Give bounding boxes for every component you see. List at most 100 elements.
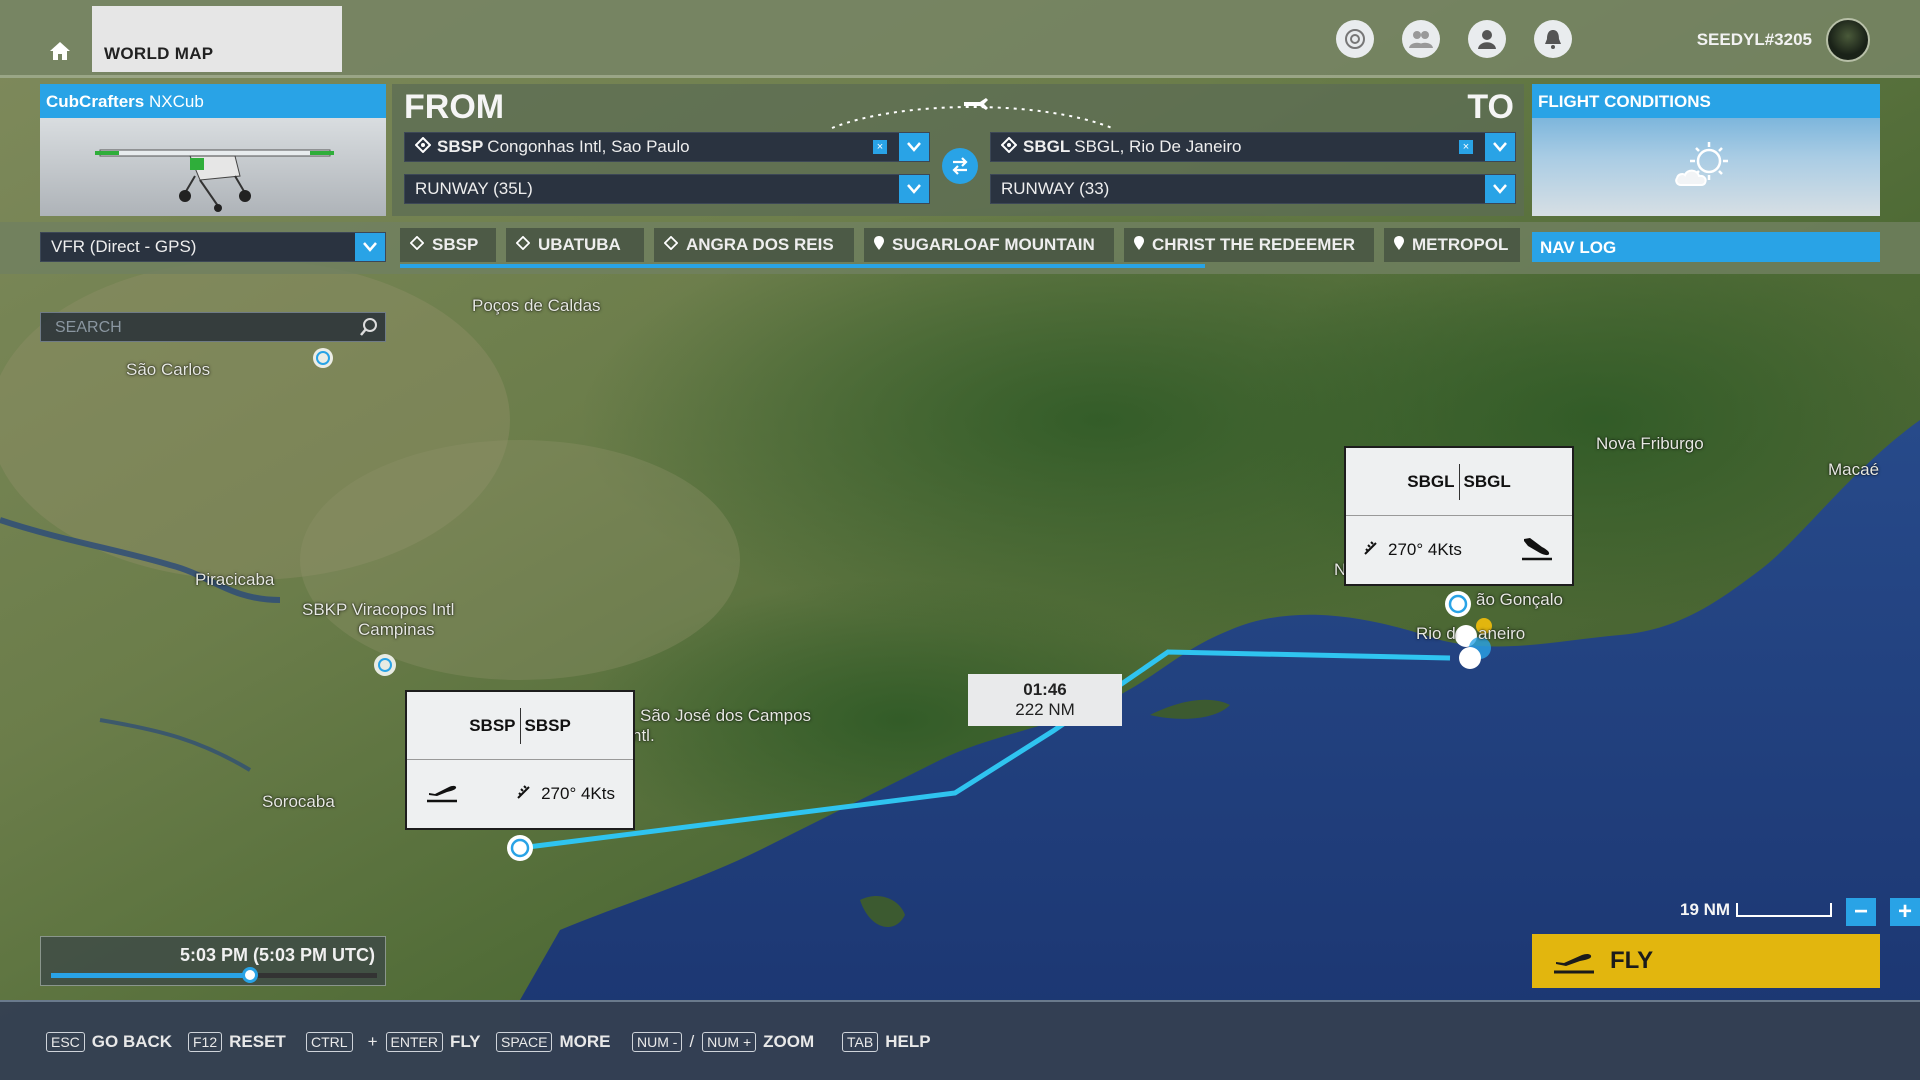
departure-runway-select[interactable]: RUNWAY (35L) xyxy=(404,174,930,204)
arrival-marker[interactable] xyxy=(1445,591,1471,617)
waypoint-label: ANGRA DOS REIS xyxy=(686,235,834,254)
map-label-sao-carlos: São Carlos xyxy=(126,360,211,379)
tab-world-map[interactable]: WORLD MAP xyxy=(92,6,342,72)
flight-type-select[interactable]: VFR (Direct - GPS) xyxy=(40,232,386,262)
key-enter: ENTER xyxy=(385,1032,443,1052)
arrival-airport-select[interactable]: SBGL SBGL, Rio De Janeiro × xyxy=(990,132,1516,162)
map-scale: 19 NM xyxy=(1680,900,1833,920)
waypoint-chip-metropol[interactable]: METROPOL xyxy=(1384,228,1520,262)
avatar[interactable] xyxy=(1826,18,1870,62)
chevron-down-icon[interactable] xyxy=(355,233,385,261)
profile-icon[interactable] xyxy=(1468,20,1506,58)
shortcut-reset[interactable]: F12 RESET xyxy=(188,1032,286,1052)
friends-icon[interactable] xyxy=(1402,20,1440,58)
nav-log-button[interactable]: NAV LOG xyxy=(1532,232,1880,262)
shortcut-go-back[interactable]: ESC GO BACK xyxy=(46,1032,172,1052)
top-bar: WORLD MAP SEEDYL#3205 xyxy=(0,0,1920,78)
waypoint-scrollbar[interactable] xyxy=(400,264,1205,268)
takeoff-icon xyxy=(1554,953,1594,974)
arrival-airport-card[interactable]: SBGL SBGL 270° 4Kts xyxy=(1344,446,1574,586)
time-slider-fill xyxy=(51,973,250,978)
key-f12: F12 xyxy=(188,1032,223,1052)
search-input[interactable]: SEARCH xyxy=(40,312,386,342)
departure-wind: 270° 4Kts xyxy=(541,784,615,803)
key-num-plus: NUM + xyxy=(702,1032,757,1052)
zoom-out-button[interactable]: − xyxy=(1846,898,1876,926)
swap-route-button[interactable] xyxy=(942,148,978,184)
poi-marker-2[interactable] xyxy=(374,654,396,676)
departure-card-code-2: SBSP xyxy=(524,715,571,735)
waypoint-chip-sbsp[interactable]: SBSP xyxy=(400,228,496,262)
waypoint-chip-ubatuba[interactable]: UBATUBA xyxy=(506,228,644,262)
map-label-sao-jose: São José dos Campos xyxy=(640,706,812,725)
pin-icon xyxy=(1394,236,1404,254)
waypoint-list: SBSP UBATUBA ANGRA DOS REIS SUGARLOAF MO… xyxy=(400,228,1520,268)
aircraft-panel[interactable]: CubCrafters NXCub xyxy=(40,84,386,216)
map-label-campinas: Campinas xyxy=(358,620,435,639)
shortcut-fly[interactable]: CTRL + ENTER FLY xyxy=(306,1032,481,1052)
aircraft-image xyxy=(40,118,386,216)
key-separator: / xyxy=(689,1032,695,1051)
departure-name: Congonhas Intl, Sao Paulo xyxy=(487,137,690,156)
time-slider-handle[interactable] xyxy=(241,967,258,983)
arrival-runway-select[interactable]: RUNWAY (33) xyxy=(990,174,1516,204)
arrival-runway: RUNWAY (33) xyxy=(1001,179,1110,198)
departure-card-code: SBSP xyxy=(469,715,516,735)
achievements-icon[interactable] xyxy=(1336,20,1374,58)
search-icon[interactable] xyxy=(359,317,379,342)
waypoint-label: CHRIST THE REDEEMER xyxy=(1152,235,1356,254)
waypoint-chip-sugarloaf[interactable]: SUGARLOAF MOUNTAIN xyxy=(864,228,1114,262)
home-icon[interactable] xyxy=(40,36,80,66)
notifications-icon[interactable] xyxy=(1534,20,1572,58)
departure-airport-card[interactable]: SBSP SBSP 270° 4Kts xyxy=(405,690,635,830)
map-label-rio: Rio d xyxy=(1416,624,1456,643)
departure-card-header: SBSP SBSP xyxy=(407,692,633,760)
waypoint-chip-christ[interactable]: CHRIST THE REDEEMER xyxy=(1124,228,1374,262)
time-of-day-panel: 5:03 PM (5:03 PM UTC) xyxy=(40,936,386,986)
shortcut-help[interactable]: TAB HELP xyxy=(842,1032,931,1052)
weather-image xyxy=(1532,118,1880,216)
shortcut-more[interactable]: SPACE MORE xyxy=(496,1032,610,1052)
departure-code: SBSP xyxy=(437,137,484,156)
chevron-down-icon[interactable] xyxy=(1485,133,1515,161)
arrival-wind: 270° 4Kts xyxy=(1388,540,1462,559)
departure-marker[interactable] xyxy=(507,835,533,861)
clear-departure-button[interactable]: × xyxy=(873,140,887,154)
leg-info-label[interactable]: 01:46 222 NM xyxy=(968,674,1122,726)
departure-airport-select[interactable]: SBSP Congonhas Intl, Sao Paulo × xyxy=(404,132,930,162)
leg-time: 01:46 xyxy=(1023,680,1067,699)
arrival-card-code: SBGL xyxy=(1407,471,1455,491)
waypoint-chip-angra[interactable]: ANGRA DOS REIS xyxy=(654,228,854,262)
fly-button[interactable]: FLY xyxy=(1532,934,1880,988)
wind-icon xyxy=(1364,540,1380,560)
time-of-day-label: 5:03 PM (5:03 PM UTC) xyxy=(179,945,375,965)
arrival-code: SBGL xyxy=(1023,137,1071,156)
waypoint-label: SUGARLOAF MOUNTAIN xyxy=(892,235,1095,254)
takeoff-icon xyxy=(425,781,459,808)
airport-icon xyxy=(515,235,531,254)
poi-marker-1[interactable] xyxy=(313,348,333,368)
map-label-macae: Macaé xyxy=(1828,460,1880,479)
arrival-card-header: SBGL SBGL xyxy=(1346,448,1572,516)
shortcut-label: GO BACK xyxy=(91,1032,173,1051)
aircraft-model: NXCub xyxy=(148,92,204,111)
aircraft-brand: CubCrafters xyxy=(46,92,145,111)
shortcut-label: ZOOM xyxy=(763,1032,815,1051)
shortcut-label: RESET xyxy=(229,1032,286,1051)
username[interactable]: SEEDYL#3205 xyxy=(1697,30,1812,50)
shortcut-zoom[interactable]: NUM - / NUM + ZOOM xyxy=(632,1032,814,1052)
arrival-name: SBGL, Rio De Janeiro xyxy=(1074,137,1242,156)
zoom-in-button[interactable]: + xyxy=(1890,898,1920,926)
map-label-sbkp: SBKP Viracopos Intl xyxy=(302,600,455,619)
chevron-down-icon[interactable] xyxy=(899,133,929,161)
chevron-down-icon[interactable] xyxy=(899,175,929,203)
key-separator: + xyxy=(367,1032,378,1051)
time-of-day-slider[interactable] xyxy=(51,967,377,983)
chevron-down-icon[interactable] xyxy=(1485,175,1515,203)
swap-icon xyxy=(952,157,968,175)
shortcut-label: FLY xyxy=(449,1032,481,1051)
airport-icon xyxy=(409,235,425,254)
flight-conditions-panel[interactable]: FLIGHT CONDITIONS xyxy=(1532,84,1880,216)
clear-arrival-button[interactable]: × xyxy=(1459,140,1473,154)
from-label: FROM xyxy=(404,88,505,126)
